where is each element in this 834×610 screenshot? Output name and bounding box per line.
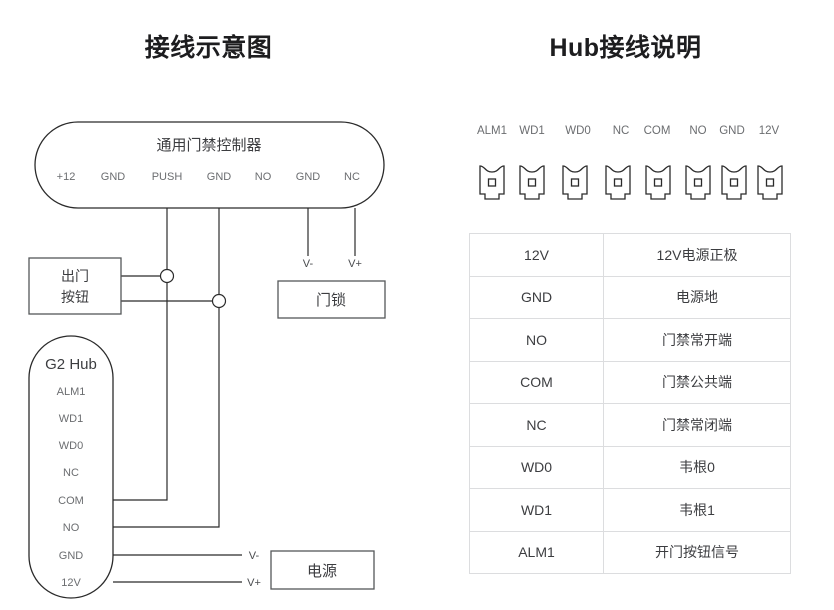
terminal-connector-icon-8 xyxy=(757,165,783,200)
lock-wire-neg-label: V- xyxy=(303,258,314,270)
hub-pin-nc: NC xyxy=(63,467,79,479)
table-cell-desc: 韦根1 xyxy=(603,488,791,532)
hub-pin-wd0: WD0 xyxy=(59,440,83,452)
terminal-connector-icons xyxy=(479,165,783,200)
table-row: NO 门禁常开端 xyxy=(469,318,791,362)
table-row: NC 门禁常闭端 xyxy=(469,403,791,447)
table-cell-desc: 12V电源正极 xyxy=(603,233,791,277)
exit-button-box xyxy=(28,257,122,315)
g2-hub-name: G2 Hub xyxy=(45,356,97,373)
lock-wire-pos-label: V+ xyxy=(348,258,362,270)
controller-pin-6: GND xyxy=(296,171,321,183)
hub-signal-table-body: 12V 12V电源正极 GND 电源地 NO 门禁常开端 COM 门禁公共端 N… xyxy=(469,233,791,574)
hub-pin-alm1: ALM1 xyxy=(57,386,86,398)
table-row: 12V 12V电源正极 xyxy=(469,233,791,277)
terminal-label-wd1: WD1 xyxy=(519,125,545,137)
table-cell-desc: 门禁常开端 xyxy=(603,318,791,362)
table-cell-desc: 开门按钮信号 xyxy=(603,530,791,574)
terminal-connector-icon-2 xyxy=(519,165,545,200)
table-cell-desc: 韦根0 xyxy=(603,445,791,489)
table-cell-signal: WD1 xyxy=(469,488,604,532)
terminal-label-no: NO xyxy=(689,125,706,137)
hub-pin-12v: 12V xyxy=(61,577,81,589)
terminal-connector-icon-1 xyxy=(479,165,505,200)
table-row: COM 门禁公共端 xyxy=(469,360,791,404)
terminal-connector-icon-7 xyxy=(721,165,747,200)
access-controller-body xyxy=(34,121,385,209)
power-supply-label: 电源 xyxy=(307,563,337,580)
junction-node-1 xyxy=(159,268,175,284)
power-supply-pos-label: V+ xyxy=(247,577,261,589)
terminal-label-wd0: WD0 xyxy=(565,125,591,137)
terminal-label-alm1: ALM1 xyxy=(477,125,507,137)
table-cell-desc: 门禁常闭端 xyxy=(603,403,791,447)
exit-button-label-line2: 按钮 xyxy=(61,289,89,305)
table-row: WD0 韦根0 xyxy=(469,445,791,489)
table-cell-desc: 门禁公共端 xyxy=(603,360,791,404)
terminal-connector-icon-3 xyxy=(562,165,588,200)
controller-pin-7: NC xyxy=(344,171,360,183)
table-cell-desc: 电源地 xyxy=(603,275,791,319)
terminal-connector-icon-6 xyxy=(685,165,711,200)
table-row: WD1 韦根1 xyxy=(469,488,791,532)
hub-power-wires xyxy=(113,554,242,583)
wire-to-hub-com xyxy=(113,282,168,501)
junction-down-wires xyxy=(113,282,220,528)
controller-pin-3: PUSH xyxy=(152,171,183,183)
controller-pin-1: +12 xyxy=(57,171,76,183)
junction-node-2 xyxy=(211,293,227,309)
table-cell-signal: NO xyxy=(469,318,604,362)
terminal-strip: ALM1 WD1 WD0 NC COM NO GND 12V xyxy=(477,125,783,200)
door-lock-label: 门锁 xyxy=(316,292,346,309)
access-controller-name: 通用门禁控制器 xyxy=(156,137,261,154)
terminal-label-com: COM xyxy=(644,125,671,137)
hub-pin-no: NO xyxy=(63,522,80,534)
terminal-connector-icon-5 xyxy=(645,165,671,200)
wiring-diagram-page: 接线示意图 Hub接线说明 通用门禁控制器 +12 GND PUSH GND N… xyxy=(0,0,834,610)
power-supply-neg-label: V- xyxy=(249,550,260,562)
wire-to-hub-no xyxy=(113,307,220,528)
table-cell-signal: ALM1 xyxy=(469,530,604,574)
terminal-label-12v: 12V xyxy=(759,125,780,137)
controller-pin-5: NO xyxy=(255,171,272,183)
exit-button-label-line1: 出门 xyxy=(61,268,89,284)
terminal-connector-icon-4 xyxy=(605,165,631,200)
controller-pin-2: GND xyxy=(101,171,126,183)
table-row: ALM1 开门按钮信号 xyxy=(469,530,791,574)
table-cell-signal: 12V xyxy=(469,233,604,277)
terminal-label-nc: NC xyxy=(613,125,630,137)
table-row: GND 电源地 xyxy=(469,275,791,319)
table-cell-signal: COM xyxy=(469,360,604,404)
hub-pin-com: COM xyxy=(58,495,84,507)
hub-pin-wd1: WD1 xyxy=(59,413,83,425)
table-cell-signal: WD0 xyxy=(469,445,604,489)
hub-pin-gnd: GND xyxy=(59,550,84,562)
hub-signal-table: 12V 12V电源正极 GND 电源地 NO 门禁常开端 COM 门禁公共端 N… xyxy=(469,233,791,574)
controller-pin-4: GND xyxy=(207,171,232,183)
terminal-label-gnd: GND xyxy=(719,125,745,137)
table-cell-signal: NC xyxy=(469,403,604,447)
table-cell-signal: GND xyxy=(469,275,604,319)
